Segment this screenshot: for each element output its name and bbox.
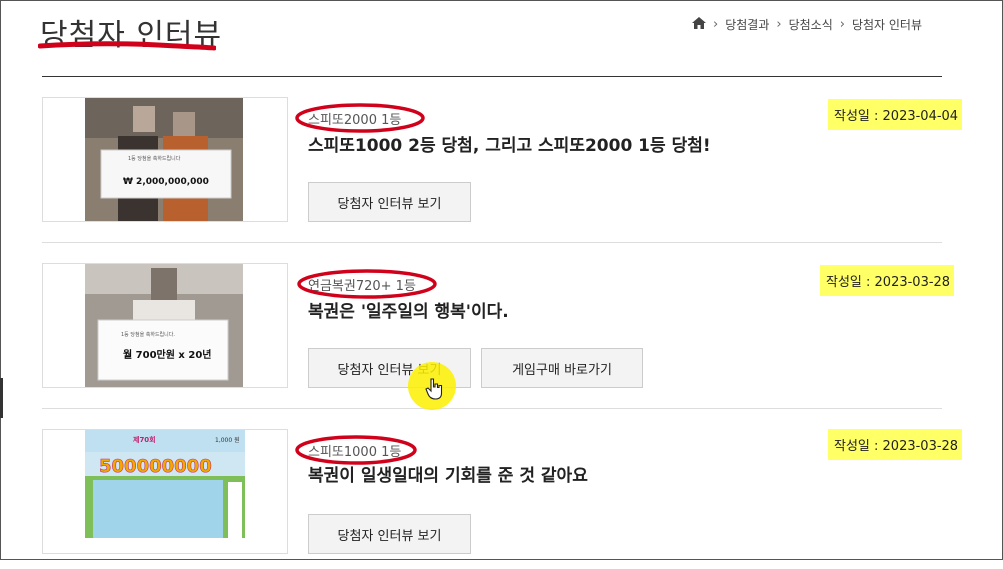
badge-annotation-circle bbox=[295, 103, 425, 133]
chevron-right-icon: › bbox=[713, 17, 719, 32]
hand-cursor-icon bbox=[425, 378, 443, 400]
breadcrumb-item-results[interactable]: 당첨결과 bbox=[725, 16, 769, 33]
view-interview-button[interactable]: 당첨자 인터뷰 보기 bbox=[308, 182, 471, 222]
breadcrumb: › 당첨결과 › 당첨소식 › 당첨자 인터뷰 bbox=[692, 16, 922, 33]
post-date: 작성일 : 2023-03-28 bbox=[820, 265, 955, 296]
list-item: 제70회 1,000 원 500000000 스피또1000 1등 복권이 일생… bbox=[42, 429, 963, 569]
post-date: 작성일 : 2023-03-28 bbox=[828, 429, 963, 460]
title-annotation-underline bbox=[38, 41, 216, 51]
winner-photo[interactable]: 1등 당첨을 축하드립니다 ₩ 2,000,000,000 bbox=[42, 97, 288, 222]
home-icon[interactable] bbox=[692, 17, 706, 32]
header-divider bbox=[42, 76, 942, 77]
buy-game-button[interactable]: 게임구매 바로가기 bbox=[481, 348, 643, 388]
board-small-text: 1등 당첨을 축하드립니다 bbox=[128, 155, 181, 162]
window-edge-marker bbox=[0, 378, 3, 418]
ticket-round: 제70회 bbox=[133, 435, 156, 444]
post-date: 작성일 : 2023-04-04 bbox=[828, 99, 963, 130]
board-small-text: 1등 당첨을 축하드립니다. bbox=[121, 331, 175, 338]
winner-photo[interactable]: 1등 당첨을 축하드립니다. 월 700만원 x 20년 bbox=[42, 263, 288, 388]
board-amount: 월 700만원 x 20년 bbox=[123, 348, 212, 361]
scratch-ticket-image[interactable]: 제70회 1,000 원 500000000 bbox=[42, 429, 288, 554]
chevron-right-icon: › bbox=[776, 17, 782, 32]
list-item: 1등 당첨을 축하드립니다 ₩ 2,000,000,000 스피또2000 1등… bbox=[42, 97, 963, 243]
chevron-right-icon: › bbox=[839, 17, 845, 32]
board-amount: ₩ 2,000,000,000 bbox=[123, 177, 209, 187]
interview-title[interactable]: 복권은 '일주일의 행복'이다. bbox=[308, 297, 509, 322]
breadcrumb-item-current[interactable]: 당첨자 인터뷰 bbox=[852, 16, 922, 33]
badge-annotation-circle bbox=[297, 269, 437, 299]
ticket-prize: 500000000 bbox=[99, 456, 212, 477]
view-interview-button[interactable]: 당첨자 인터뷰 보기 bbox=[308, 514, 471, 554]
interview-title[interactable]: 스피또1000 2등 당첨, 그리고 스피또2000 1등 당첨! bbox=[308, 131, 711, 156]
list-item: 1등 당첨을 축하드립니다. 월 700만원 x 20년 연금복권720+ 1등… bbox=[42, 263, 955, 409]
interview-title[interactable]: 복권이 일생일대의 기회를 준 것 같아요 bbox=[308, 461, 588, 486]
ticket-price: 1,000 원 bbox=[215, 436, 240, 444]
breadcrumb-item-news[interactable]: 당첨소식 bbox=[789, 16, 833, 33]
